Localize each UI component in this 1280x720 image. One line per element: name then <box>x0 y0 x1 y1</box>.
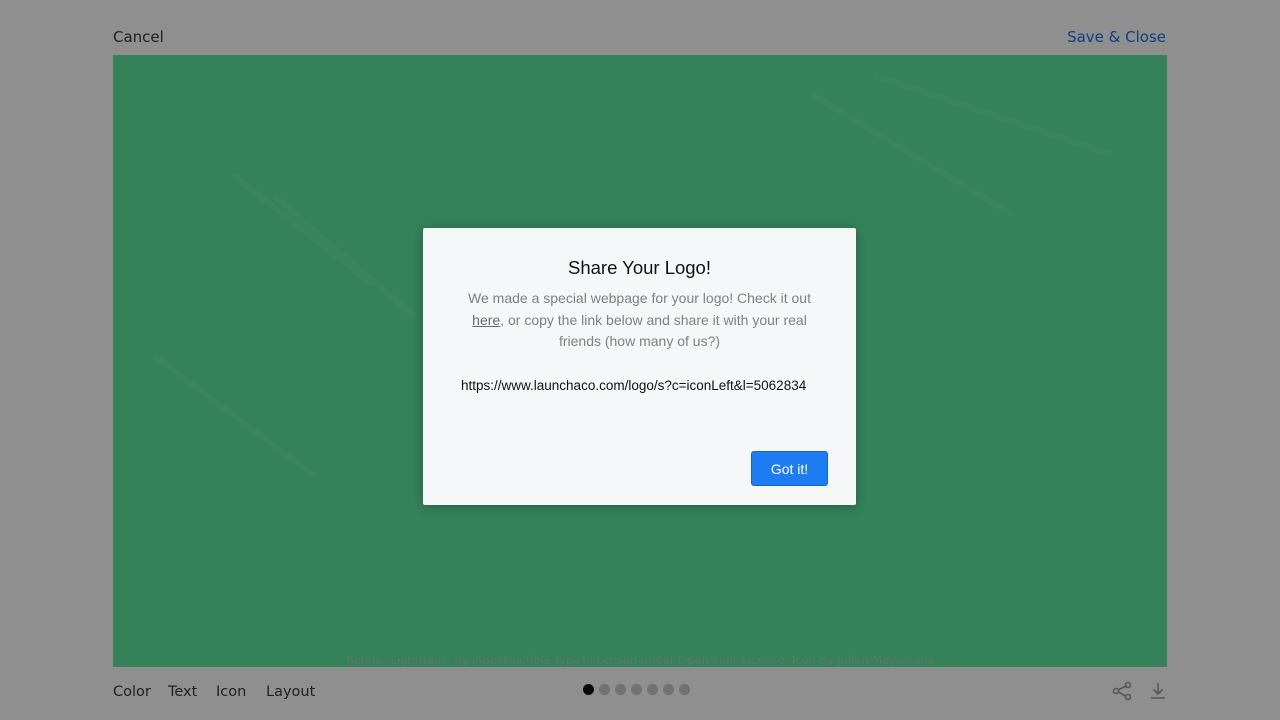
got-it-button[interactable]: Got it! <box>751 451 828 486</box>
modal-description: We made a special webpage for your logo!… <box>455 288 824 353</box>
modal-desc-text: We made a special webpage for your logo!… <box>468 290 811 306</box>
modal-title: Share Your Logo! <box>568 257 711 278</box>
share-logo-modal: Share Your Logo! We made a special webpa… <box>423 228 856 505</box>
here-link[interactable]: here <box>472 312 500 328</box>
share-url-field[interactable] <box>461 374 818 396</box>
modal-desc-text: , or copy the link below and share it wi… <box>500 311 807 350</box>
